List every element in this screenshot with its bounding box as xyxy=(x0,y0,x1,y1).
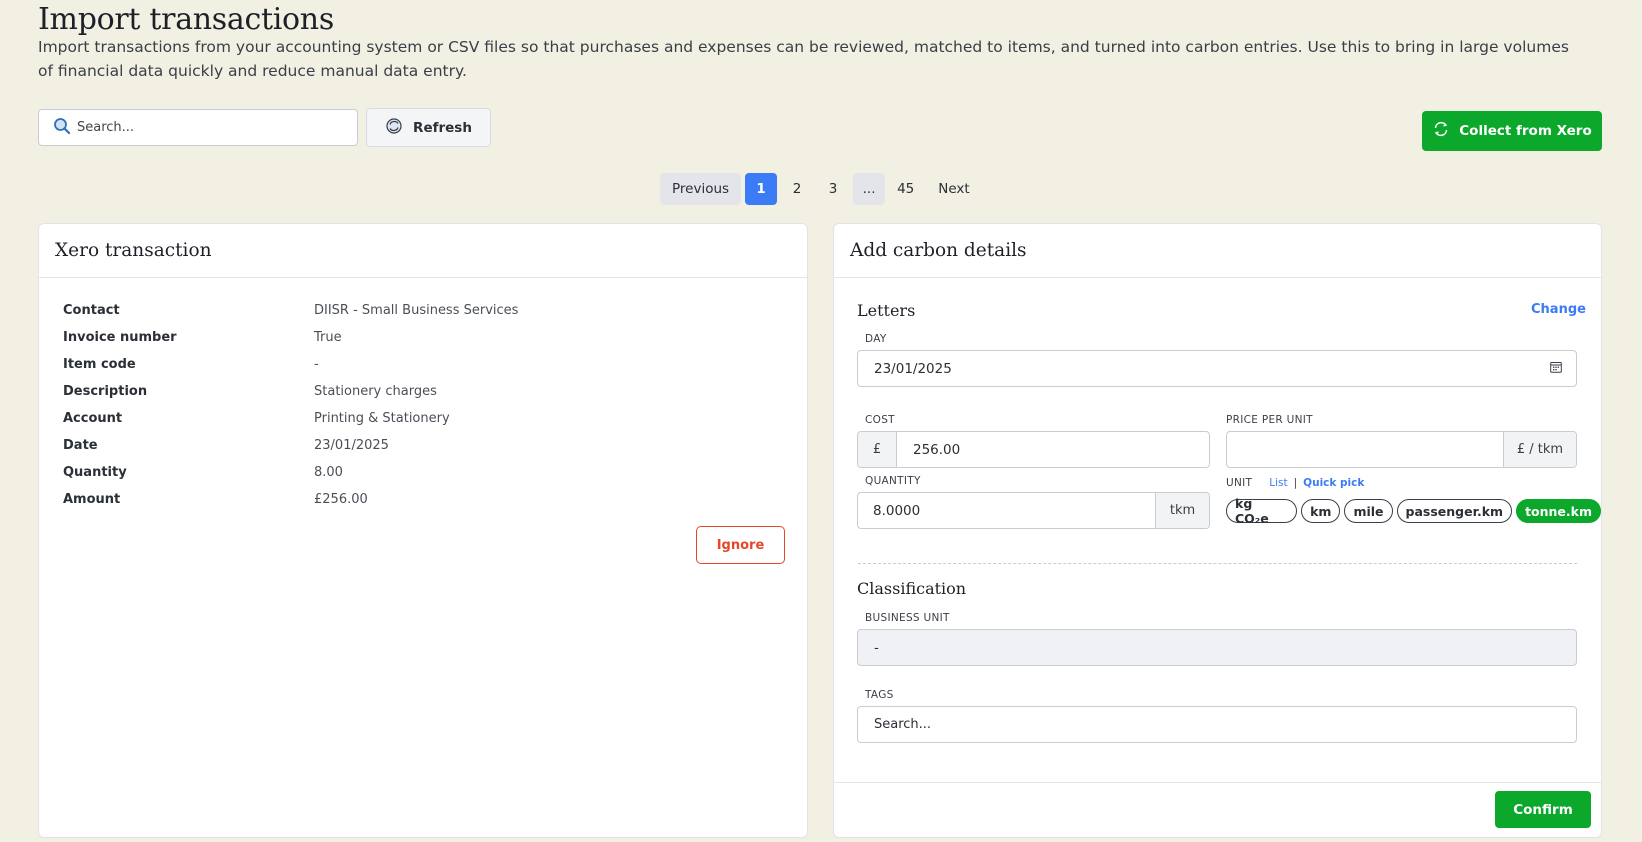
unit-chip-mile[interactable]: mile xyxy=(1344,499,1393,523)
day-value: 23/01/2025 xyxy=(874,360,952,377)
tags-label: TAGS xyxy=(865,689,894,701)
calendar-icon[interactable] xyxy=(1550,361,1562,377)
tags-placeholder: Search... xyxy=(874,717,932,732)
unit-label: UNIT xyxy=(1226,477,1253,489)
detail-label: Contact xyxy=(63,302,120,318)
tags-field[interactable]: Search... xyxy=(857,706,1577,743)
detail-row-contact: Contact DIISR - Small Business Services xyxy=(63,300,518,320)
section-divider xyxy=(858,563,1577,564)
page-title: Import transactions xyxy=(38,2,334,37)
classification-title: Classification xyxy=(857,579,967,598)
detail-value: Printing & Stationery xyxy=(314,410,450,426)
cost-value: 256.00 xyxy=(913,441,961,458)
detail-row-date: Date 23/01/2025 xyxy=(63,435,389,455)
unit-quick-pick-link[interactable]: Quick pick xyxy=(1303,477,1364,489)
refresh-label: Refresh xyxy=(413,119,472,136)
cost-label: COST xyxy=(865,414,895,426)
item-name: Letters xyxy=(857,301,916,320)
unit-list-link[interactable]: List xyxy=(1269,477,1287,489)
xero-transaction-card: Xero transaction Contact DIISR - Small B… xyxy=(38,223,808,838)
unit-chip-tonne-km[interactable]: tonne.km xyxy=(1516,499,1601,523)
unit-chip-kg-co2e[interactable]: kg CO₂e xyxy=(1226,496,1298,526)
detail-row-item-code: Item code - xyxy=(63,354,319,374)
day-label: DAY xyxy=(865,333,887,345)
page-button-45[interactable]: 45 xyxy=(889,173,922,205)
quantity-field[interactable]: 8.0000 tkm xyxy=(857,492,1210,529)
search-box[interactable] xyxy=(38,109,358,146)
quantity-unit-addon: tkm xyxy=(1155,493,1209,528)
card-footer: Confirm xyxy=(834,782,1601,837)
sync-icon xyxy=(1432,120,1450,142)
page-button-3[interactable]: 3 xyxy=(817,173,849,205)
currency-addon: £ xyxy=(858,432,897,467)
detail-row-quantity: Quantity 8.00 xyxy=(63,462,343,482)
detail-label: Amount xyxy=(63,491,121,507)
xero-transaction-title: Xero transaction xyxy=(39,224,807,278)
cost-field[interactable]: £ 256.00 xyxy=(857,431,1210,468)
search-input[interactable] xyxy=(77,120,327,135)
unit-header: UNIT List | Quick pick xyxy=(1226,477,1364,489)
price-per-unit-label: PRICE PER UNIT xyxy=(1226,414,1313,426)
page-ellipsis[interactable]: ... xyxy=(853,173,886,205)
detail-label: Invoice number xyxy=(63,329,177,345)
pagination: Previous 1 2 3 ... 45 Next xyxy=(660,173,982,205)
search-icon xyxy=(53,117,71,139)
detail-row-invoice-number: Invoice number True xyxy=(63,327,342,347)
collect-label: Collect from Xero xyxy=(1459,123,1592,139)
business-unit-value: - xyxy=(874,639,879,656)
detail-label: Account xyxy=(63,410,123,426)
business-unit-label: BUSINESS UNIT xyxy=(865,612,950,624)
quantity-label: QUANTITY xyxy=(865,475,921,487)
business-unit-field[interactable]: - xyxy=(857,629,1577,666)
page-description: Import transactions from your accounting… xyxy=(38,38,1569,80)
ignore-button[interactable]: Ignore xyxy=(696,526,785,564)
refresh-icon xyxy=(385,117,403,139)
detail-value: Stationery charges xyxy=(314,383,437,399)
unit-chip-km[interactable]: km xyxy=(1301,499,1341,523)
price-per-unit-field[interactable]: £ / tkm xyxy=(1226,431,1577,468)
previous-page-button[interactable]: Previous xyxy=(660,173,742,205)
unit-chip-passenger-km[interactable]: passenger.km xyxy=(1396,499,1513,523)
refresh-button[interactable]: Refresh xyxy=(366,108,491,147)
detail-value: 8.00 xyxy=(314,464,343,480)
carbon-details-title: Add carbon details xyxy=(834,224,1601,278)
detail-row-account: Account Printing & Stationery xyxy=(63,408,450,428)
detail-row-description: Description Stationery charges xyxy=(63,381,437,401)
detail-label: Date xyxy=(63,437,98,453)
detail-label: Item code xyxy=(63,356,136,372)
change-item-link[interactable]: Change xyxy=(1531,302,1586,317)
quantity-value: 8.0000 xyxy=(873,502,921,519)
confirm-button[interactable]: Confirm xyxy=(1495,791,1591,828)
next-page-button[interactable]: Next xyxy=(926,173,981,205)
unit-separator: | xyxy=(1293,477,1298,489)
detail-value: - xyxy=(314,356,319,372)
collect-from-xero-button[interactable]: Collect from Xero xyxy=(1422,111,1602,151)
detail-label: Quantity xyxy=(63,464,127,480)
detail-row-amount: Amount £256.00 xyxy=(63,489,368,509)
page-button-1[interactable]: 1 xyxy=(745,173,778,205)
detail-value: DIISR - Small Business Services xyxy=(314,302,519,318)
detail-value: £256.00 xyxy=(314,491,368,507)
carbon-details-card: Add carbon details Letters Change DAY 23… xyxy=(833,223,1602,838)
day-field[interactable]: 23/01/2025 xyxy=(857,350,1577,387)
detail-value: 23/01/2025 xyxy=(314,437,389,453)
detail-value: True xyxy=(314,329,342,345)
detail-label: Description xyxy=(63,383,148,399)
unit-chip-group: kg CO₂e km mile passenger.km tonne.km xyxy=(1226,496,1601,526)
page-button-2[interactable]: 2 xyxy=(781,173,813,205)
price-unit-addon: £ / tkm xyxy=(1503,432,1576,467)
